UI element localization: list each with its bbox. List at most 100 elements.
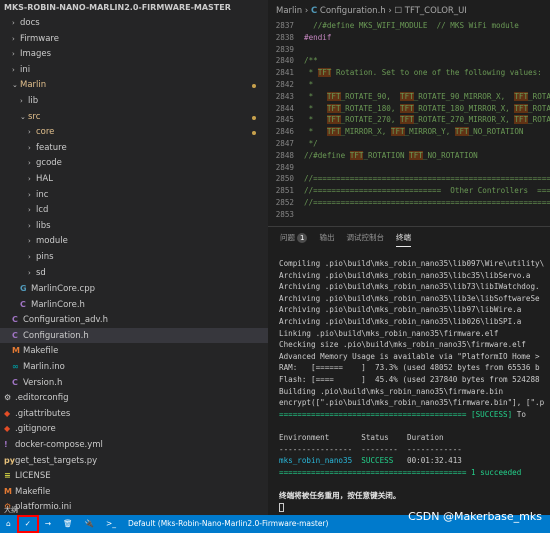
terminal-line: ========================================…: [279, 409, 526, 419]
file-item[interactable]: M Makefile: [0, 343, 268, 359]
terminal-line: Environment Status Duration: [279, 432, 444, 442]
file-item[interactable]: ⚙ .editorconfig: [0, 390, 268, 406]
breadcrumb: Marlin › C Configuration.h › ☐ TFT_COLOR…: [268, 0, 550, 20]
chevron-down-icon[interactable]: ⌄: [20, 110, 28, 126]
code-line[interactable]: 2851 //============================ Other…: [268, 185, 550, 197]
chevron-right-icon[interactable]: ›: [28, 234, 36, 250]
folder-item[interactable]: › feature: [0, 141, 268, 157]
panel-tab[interactable]: 终端: [395, 230, 411, 247]
folder-item[interactable]: ⌄ Marlin: [0, 78, 268, 94]
project-env-label[interactable]: Default (Mks-Robin-Nano-Marlin2.0-Firmwa…: [122, 515, 334, 533]
code-line[interactable]: 2848 //#define TFT_ROTATION TFT_NO_ROTATI…: [268, 150, 550, 162]
code-line[interactable]: 2841 * TFT Rotation. Set to one of the f…: [268, 67, 550, 79]
folder-item[interactable]: ⌄ src: [0, 110, 268, 126]
file-item[interactable]: ≡ LICENSE: [0, 468, 268, 484]
file-item[interactable]: C Version.h: [0, 375, 268, 391]
chevron-right-icon[interactable]: ›: [20, 94, 28, 110]
folder-item[interactable]: › ini: [0, 63, 268, 79]
code-line[interactable]: 2838 #endif: [268, 32, 550, 44]
chevron-right-icon[interactable]: ›: [28, 219, 36, 235]
chevron-right-icon[interactable]: ›: [28, 203, 36, 219]
file-item[interactable]: pyget_test_targets.py: [0, 453, 268, 469]
code-line[interactable]: 2847 */: [268, 138, 550, 150]
terminal-output[interactable]: Compiling .pio\build\mks_robin_nano35\li…: [268, 249, 550, 513]
file-item[interactable]: ◆ .gitattributes: [0, 406, 268, 422]
chevron-right-icon[interactable]: ›: [28, 141, 36, 157]
code-line[interactable]: 2842 *: [268, 79, 550, 91]
folder-item[interactable]: › HAL: [0, 172, 268, 188]
code-line[interactable]: 2849: [268, 162, 550, 174]
code-line[interactable]: 2850 //==================================…: [268, 173, 550, 185]
file-item[interactable]: C Configuration.h: [0, 327, 268, 344]
chevron-right-icon[interactable]: ›: [28, 172, 36, 188]
breadcrumb-file[interactable]: Configuration.h: [320, 6, 386, 16]
clean-trash-icon[interactable]: 🗑: [57, 515, 79, 533]
code-line[interactable]: 2844 * TFT_ROTATE_180, TFT_ROTATE_180_MI…: [268, 103, 550, 115]
chevron-right-icon[interactable]: ›: [12, 16, 20, 32]
panel-tab[interactable]: 问题 1: [280, 227, 308, 249]
panel-tab[interactable]: 调试控制台: [346, 227, 384, 249]
breadcrumb-folder[interactable]: Marlin: [276, 6, 302, 16]
file-type-icon: M: [12, 346, 20, 356]
tree-item-label: gcode: [36, 158, 62, 169]
code-line[interactable]: 2852 //==================================…: [268, 197, 550, 209]
panel-tab[interactable]: 输出: [319, 227, 334, 249]
c-file-icon: C: [310, 6, 318, 16]
folder-item[interactable]: › libs: [0, 219, 268, 235]
file-item[interactable]: ◆ .gitignore: [0, 421, 268, 437]
tree-item-label: Images: [20, 49, 52, 60]
code-line[interactable]: 2840 /**: [268, 55, 550, 67]
breadcrumb-symbol[interactable]: TFT_COLOR_UI: [405, 6, 467, 16]
chevron-right-icon[interactable]: ›: [12, 32, 20, 48]
folder-item[interactable]: › Firmware: [0, 32, 268, 48]
home-icon[interactable]: ⌂: [0, 515, 17, 533]
folder-item[interactable]: › lcd: [0, 203, 268, 219]
explorer-title[interactable]: MKS-ROBIN-NANO-MARLIN2.0-FIRMWARE-MASTER: [0, 0, 268, 16]
code-text: * TFT_ROTATE_180, TFT_ROTATE_180_MIRROR_…: [304, 103, 550, 113]
folder-item[interactable]: › lib: [0, 94, 268, 110]
file-item[interactable]: G MarlinCore.cpp: [0, 281, 268, 297]
folder-item[interactable]: › core: [0, 125, 268, 141]
code-editor[interactable]: Marlin › C Configuration.h › ☐ TFT_COLOR…: [268, 0, 550, 226]
file-item[interactable]: C Configuration_adv.h: [0, 312, 268, 328]
cursor-icon: [279, 502, 284, 512]
line-number: 2849: [275, 162, 294, 172]
upload-arrow-icon[interactable]: →: [39, 515, 57, 533]
build-check-icon[interactable]: ✓: [16, 515, 39, 533]
chevron-right-icon[interactable]: ›: [28, 250, 36, 266]
file-type-icon: C: [20, 299, 26, 309]
serial-monitor-icon[interactable]: 🔌: [79, 515, 100, 533]
file-item[interactable]: M Makefile: [0, 484, 268, 500]
folder-item[interactable]: › pins: [0, 250, 268, 266]
chevron-right-icon[interactable]: ›: [28, 125, 36, 141]
chevron-down-icon[interactable]: ⌄: [12, 78, 20, 94]
outline-section-label[interactable]: 大纲: [4, 505, 18, 515]
code-line[interactable]: 2837 //#define MKS_WIFI_MODULE // MKS Wi…: [268, 20, 550, 32]
chevron-right-icon[interactable]: ›: [28, 188, 36, 204]
code-line[interactable]: 2845 * TFT_ROTATE_270, TFT_ROTATE_270_MI…: [268, 114, 550, 126]
code-line[interactable]: 2843 * TFT_ROTATE_90, TFT_ROTATE_90_MIRR…: [268, 91, 550, 103]
chevron-right-icon[interactable]: ›: [28, 156, 36, 172]
file-item[interactable]: ! docker-compose.yml: [0, 437, 268, 453]
code-line[interactable]: 2853: [268, 209, 550, 221]
code-lines[interactable]: 2837 //#define MKS_WIFI_MODULE // MKS Wi…: [268, 20, 550, 221]
file-item[interactable]: ⚙ platformio.ini: [0, 499, 268, 515]
folder-item[interactable]: › inc: [0, 188, 268, 204]
folder-item[interactable]: › gcode: [0, 156, 268, 172]
code-line[interactable]: 2846 * TFT_MIRROR_X, TFT_MIRROR_Y, TFT_N…: [268, 126, 550, 138]
folder-item[interactable]: › sd: [0, 266, 268, 282]
folder-item[interactable]: › module: [0, 234, 268, 250]
terminal-line: ========================================…: [279, 467, 522, 477]
folder-item[interactable]: › docs: [0, 16, 268, 32]
file-item[interactable]: ∞ Marlin.ino: [0, 359, 268, 375]
breadcrumb-separator: ›: [388, 6, 392, 16]
chevron-right-icon[interactable]: ›: [12, 63, 20, 79]
file-item[interactable]: C MarlinCore.h: [0, 297, 268, 313]
folder-item[interactable]: › Images: [0, 47, 268, 63]
terminal-icon[interactable]: >_: [100, 515, 122, 533]
chevron-right-icon[interactable]: ›: [12, 47, 20, 63]
code-line[interactable]: 2839: [268, 44, 550, 56]
line-number: 2852: [275, 197, 294, 207]
chevron-right-icon[interactable]: ›: [28, 266, 36, 282]
